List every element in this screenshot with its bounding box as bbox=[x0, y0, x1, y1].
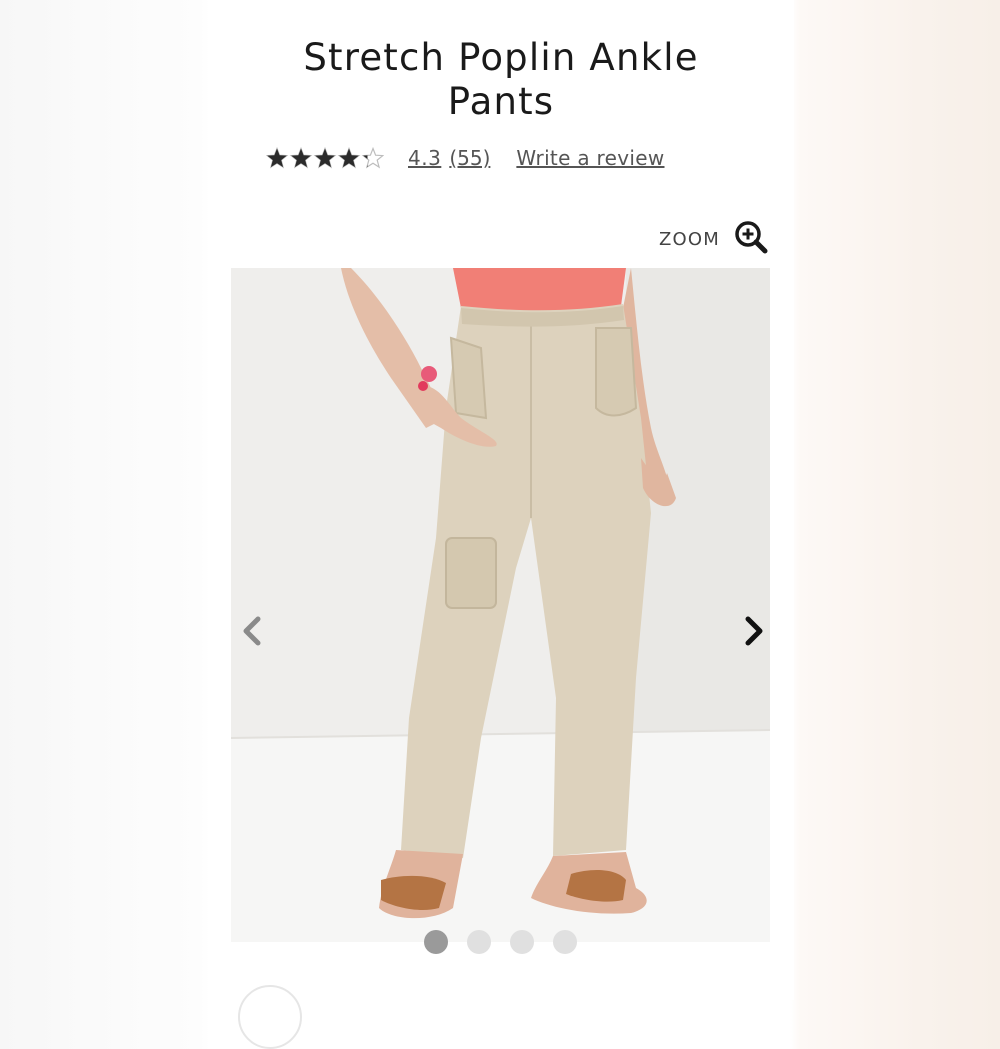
chevron-left-icon bbox=[243, 616, 261, 646]
zoom-in-icon bbox=[734, 220, 768, 258]
chevron-right-icon bbox=[745, 616, 763, 646]
write-review-link[interactable]: Write a review bbox=[516, 146, 664, 170]
gallery-dot[interactable] bbox=[510, 930, 534, 954]
rating-value-link[interactable]: 4.3 bbox=[408, 146, 441, 170]
gallery-dot[interactable] bbox=[424, 930, 448, 954]
rating-row: 4.3 (55) Write a review bbox=[266, 144, 665, 172]
zoom-button[interactable]: ZOOM bbox=[659, 220, 768, 258]
zoom-label: ZOOM bbox=[659, 228, 720, 250]
gallery-dot[interactable] bbox=[553, 930, 577, 954]
bottom-swatch-circle[interactable] bbox=[238, 985, 302, 1049]
gallery-next-button[interactable] bbox=[738, 614, 768, 648]
star-rating-icon bbox=[266, 146, 384, 170]
product-title-line1: Stretch Poplin Ankle bbox=[303, 36, 699, 79]
product-page: Stretch Poplin Ankle Pants 4.3 (55) Writ… bbox=[208, 0, 794, 1049]
gallery-dot[interactable] bbox=[467, 930, 491, 954]
product-image[interactable] bbox=[231, 268, 770, 942]
gallery-prev-button[interactable] bbox=[238, 614, 268, 648]
gallery-dots bbox=[424, 930, 577, 954]
product-title-line2: Pants bbox=[447, 80, 555, 123]
review-count-link[interactable]: (55) bbox=[449, 146, 490, 170]
product-title: Stretch Poplin Ankle Pants bbox=[208, 36, 794, 124]
